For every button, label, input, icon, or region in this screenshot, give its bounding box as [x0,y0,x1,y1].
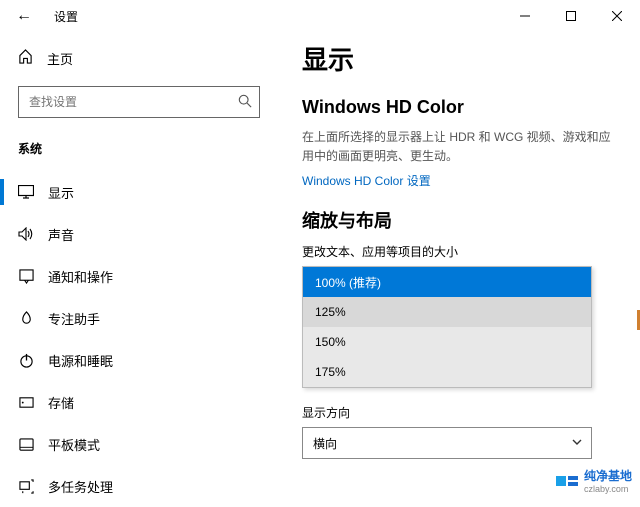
window-title: 设置 [48,8,78,25]
sidebar-item-display[interactable]: 显示 [0,171,280,213]
orientation-value: 横向 [313,435,337,452]
sidebar-item-power[interactable]: 电源和睡眠 [0,339,280,381]
sidebar: 主页 系统 显示 声音 通知和操作 专注助手 电源和睡眠 存储 [0,32,280,500]
search-input[interactable] [18,86,260,118]
sidebar-item-label: 通知和操作 [48,267,113,286]
sidebar-item-tablet[interactable]: 平板模式 [0,423,280,465]
scale-option-175[interactable]: 175% [303,357,591,387]
home-link[interactable]: 主页 [0,38,280,78]
focus-assist-icon [18,311,34,326]
hd-color-desc: 在上面所选择的显示器上让 HDR 和 WCG 视频、游戏和应用中的画面更明亮、更… [302,128,612,166]
sidebar-item-label: 多任务处理 [48,477,113,496]
sidebar-item-focus-assist[interactable]: 专注助手 [0,297,280,339]
page-title: 显示 [302,40,612,77]
sidebar-item-label: 声音 [48,225,74,244]
scale-option-100[interactable]: 100% (推荐) [303,267,591,297]
scale-label: 更改文本、应用等项目的大小 [302,243,612,260]
watermark: 纯净基地 czlaby.com [556,467,632,494]
watermark-text: 纯净基地 czlaby.com [584,467,632,494]
notifications-icon [18,269,34,284]
main-panel: 显示 Windows HD Color 在上面所选择的显示器上让 HDR 和 W… [280,32,640,500]
back-button[interactable]: ← [0,7,48,25]
power-icon [18,353,34,368]
sound-icon [18,227,34,241]
minimize-button[interactable] [502,0,548,32]
home-label: 主页 [47,49,73,68]
scale-option-150[interactable]: 150% [303,327,591,357]
sidebar-item-sound[interactable]: 声音 [0,213,280,255]
category-label: 系统 [0,132,280,171]
display-icon [18,185,34,199]
search-icon [238,94,252,113]
orientation-label: 显示方向 [302,404,612,421]
scale-dropdown-list: 100% (推荐) 125% 150% 175% [302,266,592,388]
title-bar: ← 设置 [0,0,640,32]
watermark-logo [556,476,578,486]
multitask-icon [18,479,34,494]
sidebar-item-label: 电源和睡眠 [48,351,113,370]
hd-color-link[interactable]: Windows HD Color 设置 [302,172,612,189]
storage-icon [18,395,34,410]
sidebar-item-notifications[interactable]: 通知和操作 [0,255,280,297]
sidebar-item-label: 存储 [48,393,74,412]
window-controls [502,0,640,32]
maximize-button[interactable] [548,0,594,32]
sidebar-item-label: 显示 [48,183,74,202]
sidebar-item-storage[interactable]: 存储 [0,381,280,423]
tablet-icon [18,437,34,452]
chevron-down-icon [571,436,583,451]
close-button[interactable] [594,0,640,32]
orientation-select[interactable]: 横向 [302,427,592,459]
home-icon [18,49,33,67]
sidebar-item-multitask[interactable]: 多任务处理 [0,465,280,507]
scale-dropdown[interactable]: 100% (推荐) 125% 150% 175% [302,266,592,388]
scale-option-125[interactable]: 125% [303,297,591,327]
sidebar-item-label: 专注助手 [48,309,100,328]
scale-layout-heading: 缩放与布局 [302,207,612,233]
sidebar-item-label: 平板模式 [48,435,100,454]
hd-color-heading: Windows HD Color [302,97,612,118]
